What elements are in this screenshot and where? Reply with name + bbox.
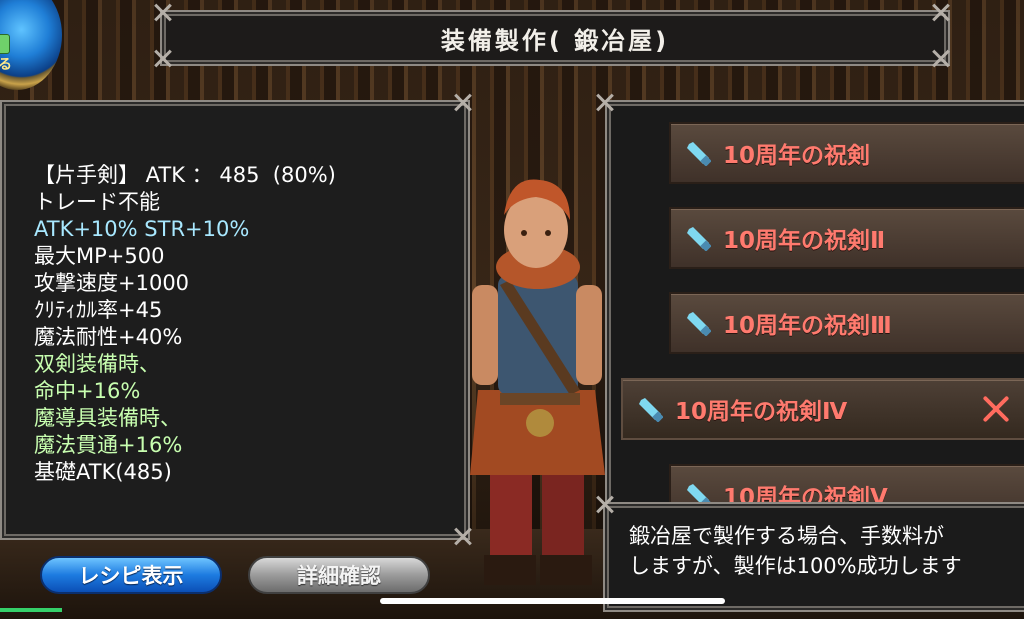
item-stat-line: 【片手剣】 ATK ： 485 (80%) (34, 163, 336, 187)
sword-icon (639, 398, 663, 422)
recipe-item-label: 10周年の祝剣Ⅱ (723, 228, 886, 254)
recipe-item-selected[interactable]: 10周年の祝剣Ⅳ (621, 378, 1024, 440)
recipe-item-label: 10周年の祝剣Ⅳ (675, 399, 848, 425)
ornament-corner-icon (152, 2, 174, 24)
item-stat-line: 双剣装備時、 (34, 352, 160, 376)
detail-check-button[interactable]: 詳細確認 (248, 556, 430, 594)
item-stat-line: 基礎ATK(485) (34, 460, 172, 484)
show-recipe-button[interactable]: レシピ表示 (40, 556, 222, 594)
sword-icon (687, 142, 711, 166)
item-stat-line: 魔導具装備時、 (34, 406, 181, 430)
orb-label: る (0, 57, 12, 73)
recipe-list-panel[interactable]: 10周年の祝剣 10周年の祝剣Ⅱ 10周年の祝剣Ⅲ 10周年の祝剣Ⅳ 10周年の… (605, 100, 1024, 510)
item-stat-line: 魔法貫通+16% (34, 433, 183, 457)
ornament-corner-icon (452, 92, 474, 114)
ornament-corner-icon (594, 92, 616, 114)
item-stats-list: 【片手剣】 ATK ： 485 (80%) トレード不能 ATK+10% STR+1… (34, 162, 336, 486)
close-icon[interactable] (981, 394, 1011, 424)
orb-badge-icon (0, 34, 10, 54)
recipe-item-label: 10周年の祝剣 (723, 143, 871, 169)
message-line: しますが、製作は100%成功します (629, 554, 962, 578)
character-sprite (470, 179, 605, 585)
title-bar: 装備製作( 鍛冶屋) (160, 10, 950, 66)
progress-indicator (0, 608, 62, 612)
home-indicator[interactable] (380, 598, 725, 604)
ornament-corner-icon (930, 2, 952, 24)
message-line: 鍛冶屋で製作する場合、手数料が (629, 524, 944, 548)
recipe-item[interactable]: 10周年の祝剣Ⅲ (669, 292, 1024, 354)
ornament-corner-icon (594, 494, 616, 516)
ornament-corner-icon (152, 48, 174, 70)
item-stat-line: 攻撃速度+1000 (34, 271, 190, 295)
item-stat-line: トレード不能 (34, 190, 160, 214)
page-title: 装備製作( 鍛冶屋) (440, 26, 670, 55)
item-stat-line: 命中+16% (34, 379, 141, 403)
message-panel: 鍛冶屋で製作する場合、手数料が しますが、製作は100%成功します (603, 502, 1024, 612)
recipe-item[interactable]: 10周年の祝剣 (669, 122, 1024, 184)
item-stat-line: ATK+10% STR+10% (34, 217, 250, 241)
sword-icon (687, 312, 711, 336)
sword-icon (687, 227, 711, 251)
recipe-item-label: 10周年の祝剣Ⅲ (723, 313, 892, 339)
item-stat-line: 最大MP+500 (34, 244, 165, 268)
item-stat-line: 魔法耐性+40% (34, 325, 183, 349)
recipe-item[interactable]: 10周年の祝剣Ⅱ (669, 207, 1024, 269)
ornament-corner-icon (930, 48, 952, 70)
item-stat-line: ｸﾘﾃｨｶﾙ率+45 (34, 298, 163, 322)
